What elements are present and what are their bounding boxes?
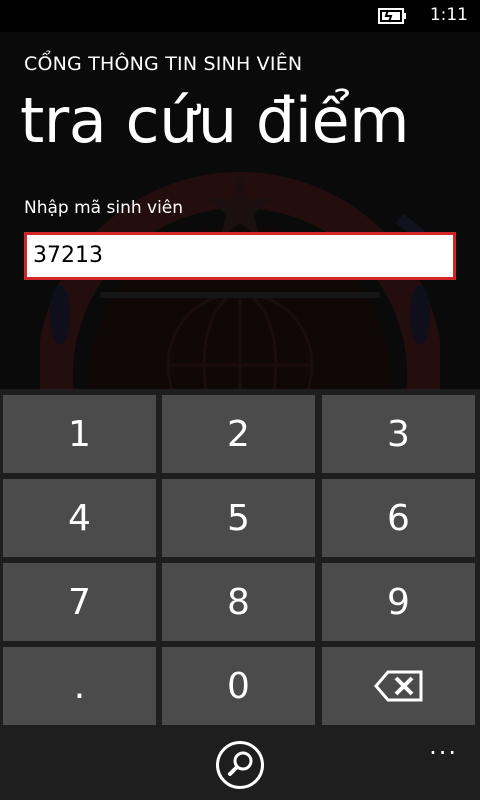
key-7[interactable]: 7 [3, 563, 156, 641]
battery-charging-icon [378, 8, 406, 24]
key-4[interactable]: 4 [3, 479, 156, 557]
key-8[interactable]: 8 [162, 563, 315, 641]
key-3[interactable]: 3 [322, 395, 475, 473]
key-1[interactable]: 1 [3, 395, 156, 473]
page-title: tra cứu điểm [20, 84, 410, 157]
screen: 1:11 CỔNG THÔNG TIN SINH VIÊN tra cứu đi… [0, 0, 480, 800]
search-icon [228, 751, 253, 776]
key-decimal[interactable]: . [3, 647, 156, 725]
key-5[interactable]: 5 [162, 479, 315, 557]
key-6[interactable]: 6 [322, 479, 475, 557]
key-9[interactable]: 9 [322, 563, 475, 641]
status-bar: 1:11 [0, 0, 480, 32]
clock: 1:11 [429, 5, 468, 25]
app-title: CỔNG THÔNG TIN SINH VIÊN [24, 53, 303, 75]
search-button[interactable] [216, 741, 264, 789]
key-0[interactable]: 0 [162, 647, 315, 725]
more-options-button[interactable]: ... [429, 732, 458, 760]
backspace-icon [373, 670, 422, 702]
backspace-key[interactable] [322, 647, 475, 725]
student-id-input[interactable]: 37213 [24, 232, 456, 280]
key-2[interactable]: 2 [162, 395, 315, 473]
student-id-label: Nhập mã sinh viên [24, 198, 184, 218]
